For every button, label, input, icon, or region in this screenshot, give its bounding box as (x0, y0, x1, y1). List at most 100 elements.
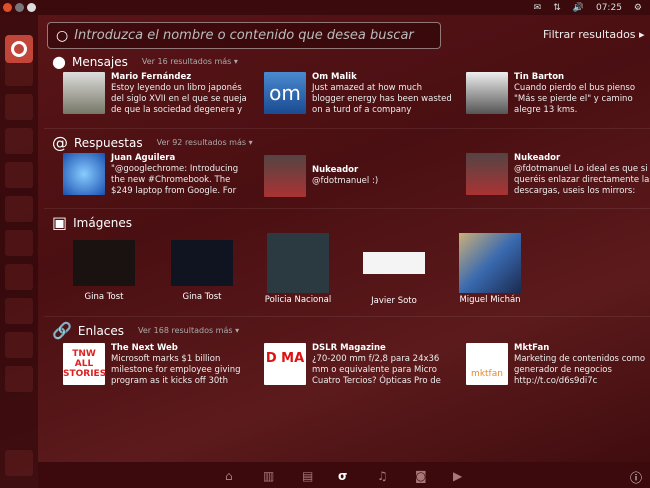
image-item[interactable]: Gina Tost (157, 240, 247, 302)
social-lens-icon[interactable]: σ (338, 469, 347, 483)
site-logo: mktfan (466, 343, 508, 385)
more-results-link[interactable]: Ver 16 resultados más ▾ (142, 57, 238, 66)
section-title: Imágenes (73, 215, 132, 230)
result-item[interactable]: Juan Aguilera "@googlechrome: Introducing… (63, 153, 253, 199)
volume-icon[interactable]: 🔊 (573, 3, 584, 13)
divider (44, 316, 650, 317)
result-item[interactable]: Nukeador @fdotmanuel Lo ideal es que si q… (466, 153, 650, 199)
section-header-imagenes: ▣ Imágenes (52, 213, 132, 232)
image-item[interactable]: Gina Tost (59, 240, 149, 302)
launcher (0, 15, 38, 488)
maximize-button[interactable] (27, 3, 36, 12)
site-logo: TNW ALL STORIES (63, 343, 106, 385)
launcher-app-icon[interactable] (5, 298, 33, 324)
link-icon: 🔗 (52, 321, 72, 340)
clock[interactable]: 07:25 (596, 3, 622, 13)
mail-icon[interactable]: ✉ (534, 3, 542, 13)
network-icon[interactable]: ⇅ (553, 3, 561, 13)
divider (44, 208, 650, 209)
item-text: "@googlechrome: Introducing the new #Chr… (111, 164, 239, 196)
image-item[interactable]: Policia Nacional (253, 233, 343, 305)
dash-home-button[interactable] (5, 35, 33, 63)
item-name: Om Malik (312, 72, 357, 82)
item-text: ¿70-200 mm f/2,8 para 24x36 mm o equival… (312, 354, 441, 386)
image-author: Gina Tost (84, 292, 124, 302)
avatar (63, 153, 105, 195)
message-icon: ● (52, 52, 66, 71)
video-lens-icon[interactable]: ▶ (453, 469, 462, 483)
applications-lens-icon[interactable]: ▥ (263, 469, 274, 483)
result-item[interactable]: TNW ALL STORIES The Next Web Microsoft mar… (63, 343, 253, 389)
music-lens-icon[interactable]: ♫ (377, 469, 388, 483)
item-name: Mario Fernández (111, 72, 192, 82)
item-name: Nukeador (312, 165, 359, 175)
search-icon: ○ (56, 27, 69, 44)
avatar (466, 72, 508, 114)
launcher-app-icon[interactable] (5, 94, 33, 120)
thumbnail (363, 252, 425, 274)
item-name: Nukeador (514, 153, 561, 163)
result-item[interactable]: Nukeador @fdotmanuel :) (264, 153, 454, 199)
item-text: @fdotmanuel Lo ideal es que si queréis e… (514, 164, 650, 196)
avatar (466, 153, 508, 195)
item-text: Marketing de contenidos como generador d… (514, 354, 646, 386)
minimize-button[interactable] (15, 3, 24, 12)
image-item[interactable]: Miguel Michán (445, 233, 535, 305)
launcher-app-icon[interactable] (5, 60, 33, 86)
lens-bar: ⌂ ▥ ▤ σ ♫ ◙ ▶ ⓘ (38, 462, 650, 488)
ubuntu-logo-icon (11, 41, 27, 57)
result-item[interactable]: D MA DSLR Magazine ¿70-200 mm f/2,8 para 2… (264, 343, 454, 389)
result-item[interactable]: Tin Barton Cuando pierdo el bus pienso "M… (466, 72, 650, 118)
launcher-app-icon[interactable] (5, 162, 33, 188)
trash-icon[interactable] (5, 450, 33, 476)
item-text: Cuando pierdo el bus pienso "Más se pier… (514, 83, 636, 115)
top-panel: ✉ ⇅ 🔊 07:25 ⚙ (0, 0, 650, 15)
home-lens-icon[interactable]: ⌂ (225, 469, 233, 483)
files-lens-icon[interactable]: ▤ (302, 469, 313, 483)
close-button[interactable] (3, 3, 12, 12)
launcher-app-icon[interactable] (5, 128, 33, 154)
thumbnail (73, 240, 135, 286)
thumbnail (171, 240, 233, 286)
thumbnail (459, 233, 521, 293)
launcher-app-icon[interactable] (5, 196, 33, 222)
avatar (63, 72, 105, 114)
result-item[interactable]: Mario Fernández Estoy leyendo un libro ja… (63, 72, 253, 118)
launcher-app-icon[interactable] (5, 332, 33, 358)
item-name: DSLR Magazine (312, 343, 386, 353)
item-text: Microsoft marks $1 billion milestone for… (111, 354, 241, 386)
search-input[interactable] (74, 28, 425, 43)
launcher-app-icon[interactable] (5, 264, 33, 290)
filter-results-button[interactable]: Filtrar resultados ▸ (543, 28, 645, 41)
gear-icon[interactable]: ⚙ (634, 3, 642, 13)
item-name: Tin Barton (514, 72, 565, 82)
result-item[interactable]: om Om Malik Just amazed at how much blogge… (264, 72, 454, 118)
launcher-app-icon[interactable] (5, 230, 33, 256)
at-icon: @ (52, 133, 68, 152)
info-icon[interactable]: ⓘ (630, 469, 642, 486)
image-author: Policia Nacional (264, 295, 332, 305)
more-results-link[interactable]: Ver 92 resultados más ▾ (157, 138, 253, 147)
avatar (264, 155, 306, 197)
item-name: The Next Web (111, 343, 178, 353)
section-header-mensajes: ● Mensajes Ver 16 resultados más ▾ (52, 52, 238, 71)
result-item[interactable]: mktfan MktFan Marketing de contenidos como… (466, 343, 650, 389)
site-logo: D MA (264, 343, 306, 385)
section-title: Respuestas (74, 135, 143, 150)
image-author: Miguel Michán (459, 295, 521, 305)
item-name: MktFan (514, 343, 550, 353)
image-author: Gina Tost (182, 292, 222, 302)
image-icon: ▣ (52, 213, 68, 232)
section-title: Mensajes (71, 54, 128, 69)
photos-lens-icon[interactable]: ◙ (415, 469, 427, 483)
item-text: Just amazed at how much blogger energy h… (312, 83, 452, 115)
more-results-link[interactable]: Ver 168 resultados más ▾ (138, 326, 239, 335)
launcher-app-icon[interactable] (5, 366, 33, 392)
thumbnail (267, 233, 329, 293)
item-name: Juan Aguilera (111, 153, 176, 163)
search-box[interactable]: ○ (47, 22, 441, 49)
item-text: Estoy leyendo un libro japonés del siglo… (111, 83, 247, 115)
image-item[interactable]: Javier Soto (349, 252, 439, 306)
section-header-enlaces: 🔗 Enlaces Ver 168 resultados más ▾ (52, 321, 239, 340)
item-text: @fdotmanuel :) (312, 176, 379, 186)
